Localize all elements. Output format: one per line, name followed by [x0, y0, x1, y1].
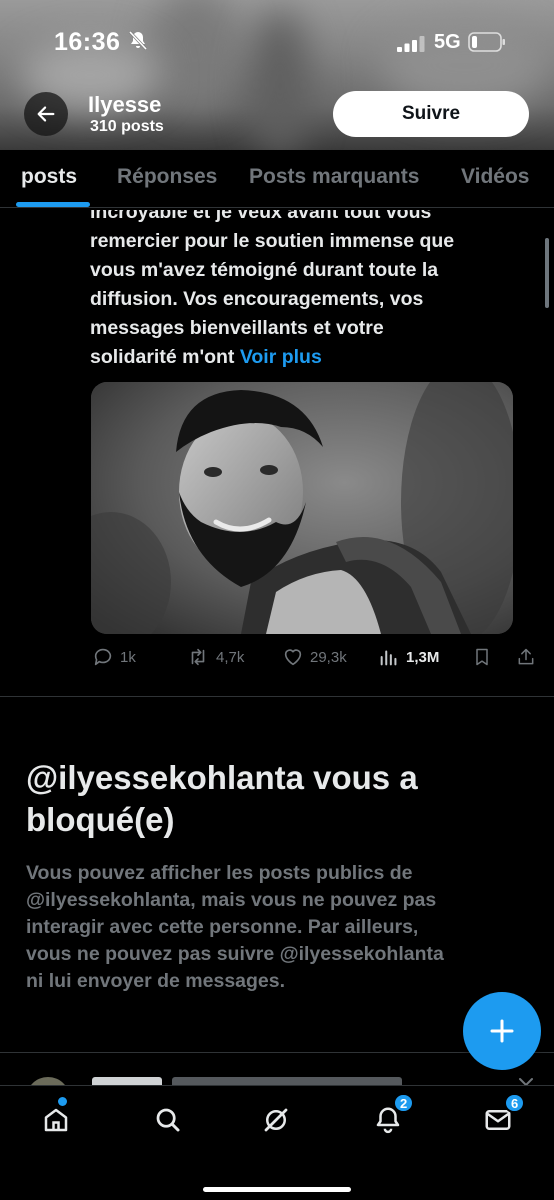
- active-tab-indicator: [16, 202, 90, 207]
- close-icon[interactable]: [516, 1075, 536, 1085]
- post-count: 310 posts: [90, 118, 164, 135]
- profile-banner: 16:36 5G Ilyesse 310 posts Suivre: [0, 0, 554, 150]
- nav-search[interactable]: [148, 1100, 188, 1140]
- tab-videos[interactable]: Vidéos: [461, 165, 529, 189]
- nav-notifications[interactable]: 2: [368, 1093, 415, 1140]
- bell-slash-icon: [128, 30, 148, 51]
- bottom-navigation: 2 6: [0, 1085, 554, 1200]
- next-post-name: [92, 1077, 162, 1085]
- repost-button[interactable]: 4,7k: [186, 646, 244, 668]
- next-post-peek: [0, 1055, 554, 1085]
- blocked-desc-line: ni lui envoyer de messages.: [26, 970, 286, 992]
- home-unread-dot: [58, 1097, 67, 1106]
- post-line-last: solidarité m'ont Voir plus: [90, 343, 530, 372]
- blocked-desc-line: Vous pouvez afficher les posts publics d…: [26, 862, 413, 884]
- post-line: messages bienveillants et votre: [90, 317, 384, 339]
- tab-replies[interactable]: Réponses: [117, 165, 217, 189]
- blocked-title-line: bloqué(e): [26, 801, 175, 838]
- repost-count: 4,7k: [216, 648, 245, 666]
- status-time: 16:36: [54, 28, 121, 56]
- follow-button[interactable]: Suivre: [333, 91, 529, 137]
- profile-name: Ilyesse: [88, 92, 162, 117]
- back-button[interactable]: [24, 92, 68, 136]
- cellular-signal-icon: [397, 36, 425, 52]
- grok-icon: [264, 1108, 288, 1132]
- like-button[interactable]: 29,3k: [282, 646, 347, 668]
- analytics-icon: [380, 650, 397, 666]
- status-bar: 16:36 5G: [0, 0, 554, 80]
- messages-badge: 6: [504, 1093, 526, 1113]
- tab-posts[interactable]: posts: [21, 165, 77, 189]
- battery-icon: [468, 32, 505, 52]
- compose-button[interactable]: [463, 992, 541, 1070]
- plus-icon: [490, 1019, 514, 1043]
- repost-icon: [191, 648, 205, 666]
- network-type: 5G: [434, 31, 461, 53]
- nav-home[interactable]: [36, 1097, 76, 1140]
- post-actions: 1k 4,7k 29,3k 1,3M: [0, 644, 554, 674]
- portrait-photo: [91, 382, 513, 634]
- avatar: [26, 1077, 70, 1085]
- share-icon: [518, 648, 534, 665]
- home-indicator: [203, 1187, 351, 1192]
- scrollbar[interactable]: [545, 238, 549, 308]
- post-line: incroyable et je veux avant tout vous: [90, 201, 432, 223]
- reply-button[interactable]: 1k: [92, 646, 136, 668]
- post-image[interactable]: [91, 382, 513, 634]
- see-more-link[interactable]: Voir plus: [240, 346, 322, 368]
- share-button[interactable]: [516, 646, 536, 668]
- next-post-handle: [172, 1077, 402, 1085]
- notifications-badge: 2: [393, 1093, 415, 1113]
- arrow-left-icon: [37, 106, 55, 122]
- home-icon: [44, 1108, 68, 1132]
- search-icon: [156, 1108, 180, 1132]
- tab-highlights[interactable]: Posts marquants: [249, 165, 419, 189]
- post-line: diffusion. Vos encouragements, vos: [90, 288, 424, 310]
- blocked-title-line: @ilyessekohlanta vous a: [26, 759, 418, 796]
- reply-count: 1k: [120, 648, 136, 666]
- comment-icon: [94, 648, 112, 666]
- post-line-text: solidarité m'ont: [90, 346, 235, 368]
- view-count: 1,3M: [406, 648, 440, 666]
- like-count: 29,3k: [310, 648, 347, 666]
- blocked-description: Vous pouvez afficher les posts publics d…: [26, 860, 526, 995]
- nav-messages[interactable]: 6: [478, 1093, 526, 1140]
- blocked-title: @ilyessekohlanta vous a bloqué(e): [26, 757, 526, 841]
- post-divider: [0, 696, 554, 697]
- blocked-desc-line: @ilyessekohlanta, mais vous ne pouvez pa…: [26, 889, 437, 911]
- post-line: remercier pour le soutien immense que: [90, 230, 455, 252]
- blocked-desc-line: vous ne pouvez pas suivre @ilyessekohlan…: [26, 943, 444, 965]
- post-text: incroyable et je veux avant tout vous re…: [90, 198, 530, 372]
- bookmark-icon: [476, 648, 488, 666]
- heart-icon: [284, 649, 302, 666]
- bookmark-button[interactable]: [472, 646, 492, 668]
- nav-grok[interactable]: [256, 1100, 296, 1140]
- blocked-desc-line: interagir avec cette personne. Par aille…: [26, 916, 419, 938]
- post-line: vous m'avez témoigné durant toute la: [90, 259, 439, 281]
- views-button[interactable]: 1,3M: [378, 646, 439, 668]
